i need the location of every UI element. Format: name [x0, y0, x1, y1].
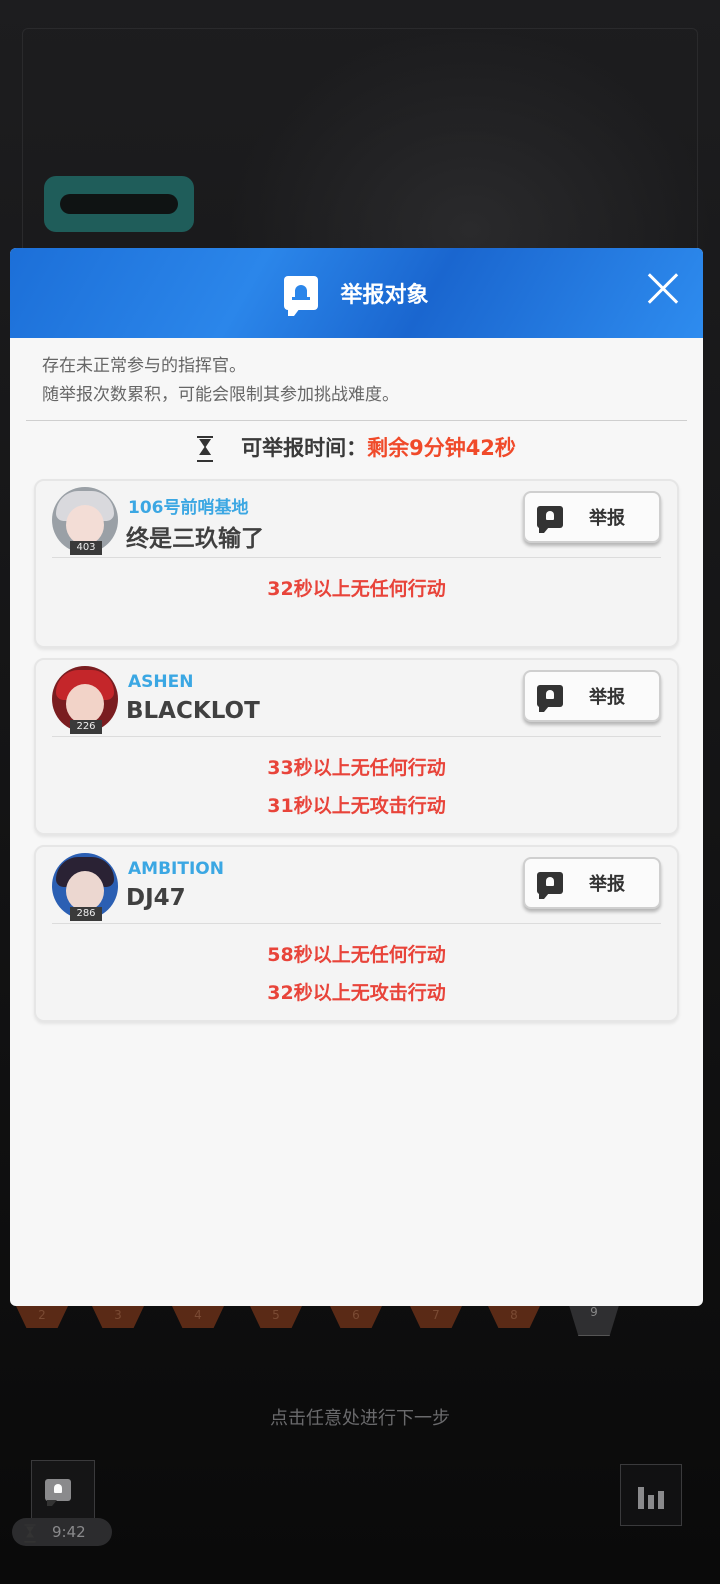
description-line: 存在未正常参与的指挥官。	[42, 356, 246, 376]
player-list: 403 106号前哨基地 终是三玖输了 举报 32秒以上无任何行动 226 AS…	[10, 473, 703, 1022]
report-button[interactable]: 举报	[523, 670, 661, 722]
report-shortcut-button[interactable]	[31, 1460, 95, 1520]
report-icon	[45, 1475, 81, 1506]
reason-text: 33秒以上无任何行动	[267, 757, 446, 779]
stage-number: 7	[410, 1306, 462, 1328]
hourglass-icon	[197, 436, 214, 462]
stage-number-current: 9	[568, 1302, 620, 1336]
player-card: 286 AMBITION DJ47 举报 58秒以上无任何行动 32秒以上无攻击…	[34, 845, 679, 1022]
player-name: BLACKLOT	[126, 698, 260, 724]
base-name: 106号前哨基地	[128, 498, 249, 518]
base-name: ASHEN	[128, 672, 194, 692]
stage-number: 8	[488, 1306, 540, 1328]
report-button-label: 举报	[589, 687, 625, 708]
stage-number: 2	[16, 1306, 68, 1328]
report-icon	[537, 872, 563, 899]
report-button[interactable]: 举报	[523, 857, 661, 909]
player-name: 终是三玖输了	[126, 526, 264, 552]
bar-chart-icon	[638, 1487, 644, 1509]
level-badge: 403	[70, 541, 102, 555]
continue-hint[interactable]: 点击任意处进行下一步	[0, 1404, 720, 1430]
timer-value: 9:42	[52, 1523, 86, 1541]
report-icon	[537, 685, 563, 712]
dialog-header: 举报对象	[10, 248, 703, 338]
close-button[interactable]	[647, 273, 679, 305]
level-badge: 226	[70, 720, 102, 734]
time-remaining: 剩余9分钟42秒	[367, 436, 516, 460]
dialog-description: 存在未正常参与的指挥官。 随举报次数累积，可能会限制其参加挑战难度。	[10, 338, 703, 420]
report-reasons: 58秒以上无任何行动 32秒以上无攻击行动	[36, 924, 677, 1020]
reason-text: 58秒以上无任何行动	[267, 944, 446, 966]
report-button-label: 举报	[589, 508, 625, 529]
background-panel	[44, 176, 194, 232]
level-badge: 286	[70, 907, 102, 921]
dialog-title: 举报对象	[340, 283, 429, 308]
hourglass-icon	[24, 1524, 36, 1543]
report-icon	[537, 506, 563, 533]
stage-number: 6	[330, 1306, 382, 1328]
report-icon	[284, 276, 319, 316]
flag-icon	[45, 1479, 71, 1506]
report-dialog: 举报对象 存在未正常参与的指挥官。 随举报次数累积，可能会限制其参加挑战难度。 …	[10, 248, 703, 1306]
stats-button[interactable]	[620, 1464, 682, 1526]
reason-text: 32秒以上无任何行动	[267, 578, 446, 600]
player-card: 403 106号前哨基地 终是三玖输了 举报 32秒以上无任何行动	[34, 479, 679, 648]
report-reasons: 33秒以上无任何行动 31秒以上无攻击行动	[36, 737, 677, 833]
report-button-label: 举报	[589, 874, 625, 895]
time-label: 可举报时间：	[241, 436, 368, 460]
report-time-row: 可举报时间：剩余9分钟42秒	[10, 421, 703, 473]
timer-badge: 9:42	[12, 1518, 112, 1546]
stage-number: 3	[92, 1306, 144, 1328]
report-reasons: 32秒以上无任何行动	[36, 558, 677, 646]
report-button[interactable]: 举报	[523, 491, 661, 543]
base-name: AMBITION	[128, 859, 224, 879]
reason-text: 31秒以上无攻击行动	[267, 795, 446, 817]
stage-indicator-row: 2 3 4 5 6 7 8 9	[0, 1302, 720, 1336]
description-line: 随举报次数累积，可能会限制其参加挑战难度。	[42, 385, 399, 405]
stage-number: 4	[172, 1306, 224, 1328]
player-card: 226 ASHEN BLACKLOT 举报 33秒以上无任何行动 31秒以上无攻…	[34, 658, 679, 835]
stage-number: 5	[250, 1306, 302, 1328]
reason-text: 32秒以上无攻击行动	[267, 982, 446, 1004]
player-name: DJ47	[126, 885, 186, 911]
